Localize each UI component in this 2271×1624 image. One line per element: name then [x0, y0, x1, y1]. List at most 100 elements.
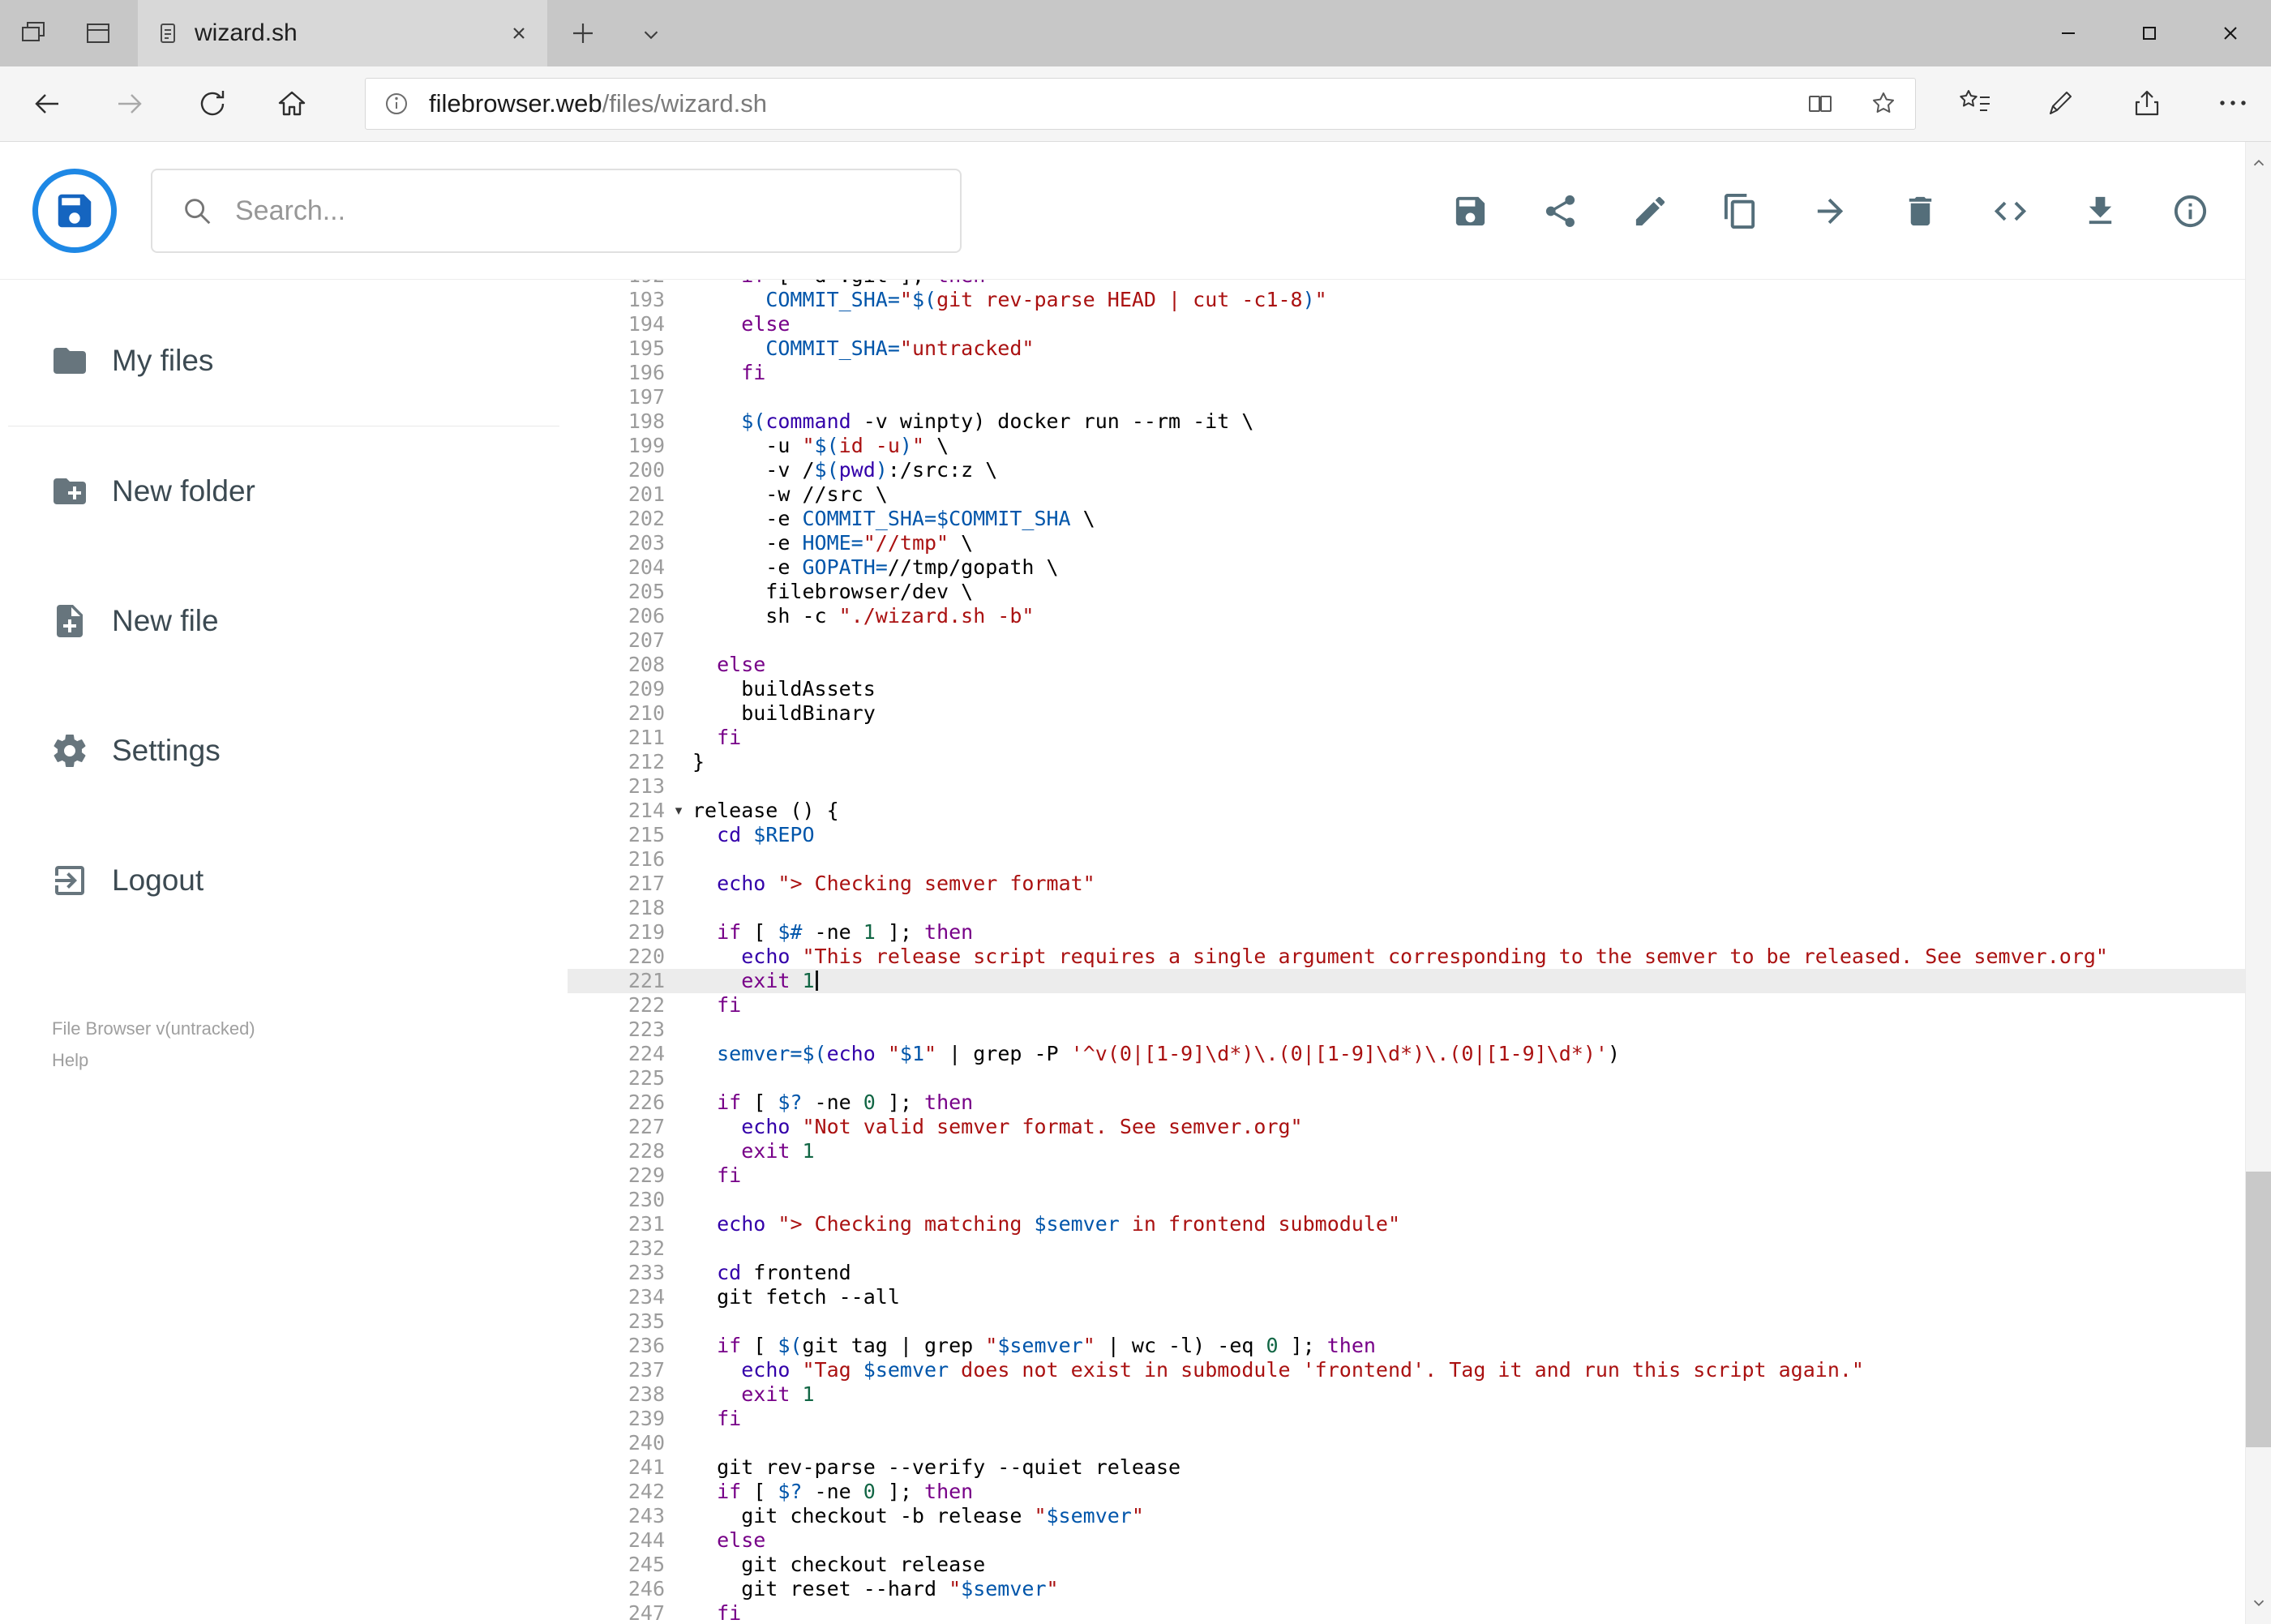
move-button[interactable] — [1811, 192, 1849, 230]
share-icon[interactable] — [2130, 86, 2164, 120]
tab-list-chevron-icon[interactable] — [639, 23, 663, 47]
code-button[interactable] — [1991, 192, 2029, 230]
code-line[interactable]: 228 exit 1 — [568, 1139, 2245, 1163]
more-options-icon[interactable] — [2216, 86, 2250, 120]
code-line[interactable]: 226 if [ $? -ne 0 ]; then — [568, 1091, 2245, 1115]
sidebar-item-new-folder[interactable]: New folder — [0, 426, 568, 556]
minimize-button[interactable] — [2028, 0, 2109, 66]
code-editor[interactable]: 192 if [ -d .git ]; then193 COMMIT_SHA="… — [568, 280, 2245, 1624]
code-line[interactable]: 232 — [568, 1236, 2245, 1261]
site-info-icon[interactable] — [383, 91, 409, 117]
code-line[interactable]: 209 buildAssets — [568, 677, 2245, 701]
delete-button[interactable] — [1901, 192, 1939, 230]
code-line[interactable]: 225 — [568, 1066, 2245, 1091]
code-line[interactable]: 201 -w //src \ — [568, 482, 2245, 507]
code-line[interactable]: 206 sh -c "./wizard.sh -b" — [568, 604, 2245, 628]
code-line[interactable]: 222 fi — [568, 993, 2245, 1018]
code-line[interactable]: 242 if [ $? -ne 0 ]; then — [568, 1480, 2245, 1504]
code-line[interactable]: 194 else — [568, 312, 2245, 336]
code-line[interactable]: 246 git reset --hard "$semver" — [568, 1577, 2245, 1601]
browser-tab[interactable]: wizard.sh — [138, 0, 547, 66]
code-line[interactable]: 235 — [568, 1309, 2245, 1334]
code-line[interactable]: 212} — [568, 750, 2245, 774]
refresh-button[interactable] — [196, 88, 229, 120]
code-line[interactable]: 220 echo "This release script requires a… — [568, 945, 2245, 969]
code-line[interactable]: 207 — [568, 628, 2245, 653]
code-line[interactable]: 237 echo "Tag $semver does not exist in … — [568, 1358, 2245, 1382]
set-aside-tabs-icon[interactable] — [18, 18, 49, 49]
hub-favorites-icon[interactable] — [1958, 86, 1992, 120]
code-line[interactable]: 198 $(command -v winpty) docker run --rm… — [568, 409, 2245, 434]
download-button[interactable] — [2081, 192, 2119, 230]
code-line[interactable]: 192 if [ -d .git ]; then — [568, 280, 2245, 288]
page-scrollbar[interactable] — [2245, 142, 2271, 1624]
home-button[interactable] — [276, 88, 308, 120]
address-bar[interactable]: filebrowser.web/files/wizard.sh — [365, 78, 1916, 130]
code-line[interactable]: 213 — [568, 774, 2245, 799]
code-line[interactable]: 193 COMMIT_SHA="$(git rev-parse HEAD | c… — [568, 288, 2245, 312]
code-line[interactable]: 208 else — [568, 653, 2245, 677]
code-line[interactable]: 227 echo "Not valid semver format. See s… — [568, 1115, 2245, 1139]
code-line[interactable]: 243 git checkout -b release "$semver" — [568, 1504, 2245, 1528]
code-line[interactable]: 216 — [568, 847, 2245, 872]
code-line[interactable]: 224 semver=$(echo "$1" | grep -P '^v(0|[… — [568, 1042, 2245, 1066]
code-line[interactable]: 219 if [ $# -ne 1 ]; then — [568, 920, 2245, 945]
copy-button[interactable] — [1721, 192, 1759, 230]
code-line[interactable]: 204 -e GOPATH=//tmp/gopath \ — [568, 555, 2245, 580]
code-line[interactable]: 236 if [ $(git tag | grep "$semver" | wc… — [568, 1334, 2245, 1358]
code-line[interactable]: 218 — [568, 896, 2245, 920]
tab-preview-icon[interactable] — [83, 18, 114, 49]
share-button[interactable] — [1541, 192, 1579, 230]
edit-button[interactable] — [1631, 192, 1669, 230]
tab-close-icon[interactable] — [508, 23, 529, 44]
code-line[interactable]: 234 git fetch --all — [568, 1285, 2245, 1309]
code-line[interactable]: 217 echo "> Checking semver format" — [568, 872, 2245, 896]
sidebar-item-settings[interactable]: Settings — [0, 686, 568, 816]
code-line[interactable]: 229 fi — [568, 1163, 2245, 1188]
new-tab-button[interactable] — [569, 19, 597, 47]
sidebar-item-my-files[interactable]: My files — [0, 296, 568, 426]
code-line[interactable]: 211 fi — [568, 726, 2245, 750]
scrollbar-thumb[interactable] — [2246, 1172, 2271, 1447]
sidebar-item-logout[interactable]: Logout — [0, 816, 568, 945]
help-link[interactable]: Help — [52, 1045, 568, 1077]
code-line[interactable]: 195 COMMIT_SHA="untracked" — [568, 336, 2245, 361]
maximize-button[interactable] — [2109, 0, 2190, 66]
sidebar-item-new-file[interactable]: New file — [0, 556, 568, 686]
code-line[interactable]: 223 — [568, 1018, 2245, 1042]
code-line[interactable]: 203 -e HOME="//tmp" \ — [568, 531, 2245, 555]
code-line[interactable]: 196 fi — [568, 361, 2245, 385]
code-line[interactable]: 197 — [568, 385, 2245, 409]
code-line[interactable]: 247 fi — [568, 1601, 2245, 1624]
info-button[interactable] — [2171, 192, 2209, 230]
code-line[interactable]: 199 -u "$(id -u)" \ — [568, 434, 2245, 458]
code-line[interactable]: 238 exit 1 — [568, 1382, 2245, 1407]
fold-marker-icon[interactable]: ▾ — [665, 799, 692, 823]
code-line[interactable]: 205 filebrowser/dev \ — [568, 580, 2245, 604]
code-line[interactable]: 200 -v /$(pwd):/src:z \ — [568, 458, 2245, 482]
code-line[interactable]: 241 git rev-parse --verify --quiet relea… — [568, 1455, 2245, 1480]
forward-button[interactable] — [114, 88, 146, 120]
scroll-up-icon[interactable] — [2246, 148, 2271, 178]
code-line[interactable]: 245 git checkout release — [568, 1553, 2245, 1577]
code-line[interactable]: 221 exit 1 — [568, 969, 2245, 993]
scroll-down-icon[interactable] — [2246, 1588, 2271, 1618]
code-line[interactable]: 230 — [568, 1188, 2245, 1212]
code-line[interactable]: 215 cd $REPO — [568, 823, 2245, 847]
back-button[interactable] — [31, 88, 63, 120]
code-line[interactable]: 210 buildBinary — [568, 701, 2245, 726]
search-input[interactable] — [235, 195, 932, 227]
reading-view-icon[interactable] — [1806, 90, 1834, 118]
close-button[interactable] — [2190, 0, 2271, 66]
code-line[interactable]: 244 else — [568, 1528, 2245, 1553]
code-line[interactable]: 233 cd frontend — [568, 1261, 2245, 1285]
save-button[interactable] — [1451, 192, 1489, 230]
code-line[interactable]: 202 -e COMMIT_SHA=$COMMIT_SHA \ — [568, 507, 2245, 531]
code-line[interactable]: 240 — [568, 1431, 2245, 1455]
code-line[interactable]: 239 fi — [568, 1407, 2245, 1431]
code-line[interactable]: 214 ▾ release () { — [568, 799, 2245, 823]
ink-notes-icon[interactable] — [2044, 86, 2078, 120]
favorite-star-icon[interactable] — [1870, 90, 1897, 118]
code-line[interactable]: 231 echo "> Checking matching $semver in… — [568, 1212, 2245, 1236]
search-box[interactable] — [151, 169, 962, 253]
